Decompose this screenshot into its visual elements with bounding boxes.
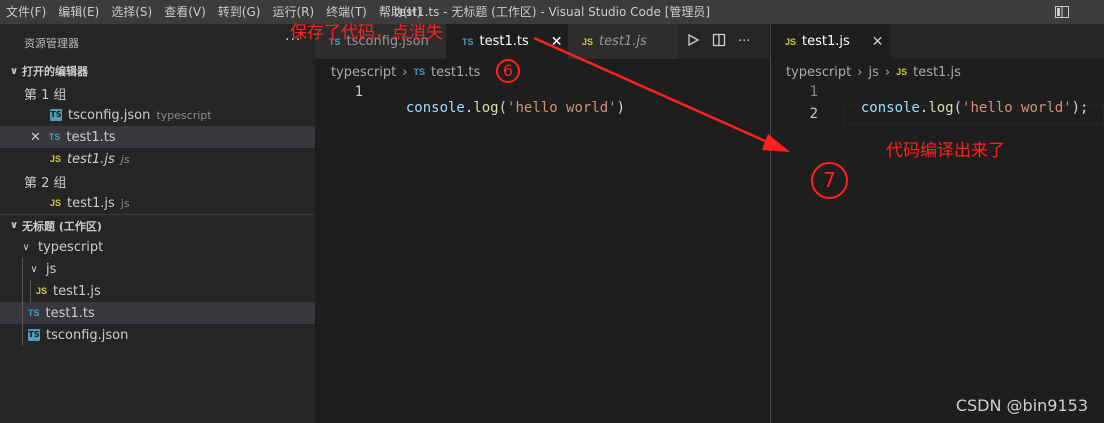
chevron-right-icon: ›: [884, 64, 891, 80]
ts-file-icon: TS: [413, 67, 425, 77]
js-file-icon: JS: [582, 36, 594, 47]
open-editor-name: test1.ts: [66, 129, 116, 145]
file-test1-js[interactable]: JS test1.js: [0, 280, 315, 302]
line-number: 1: [809, 84, 818, 100]
ts-file-icon: TS: [462, 36, 474, 47]
tab-test1-js[interactable]: JS test1.js: [568, 24, 678, 59]
menu-selection[interactable]: 选择(S): [105, 0, 158, 24]
tab-test1-ts[interactable]: TS test1.ts ✕: [446, 24, 568, 59]
line-number: 2: [809, 106, 818, 122]
close-icon[interactable]: ✕: [30, 130, 41, 145]
code-line[interactable]: console.log('hello world'): [389, 84, 625, 116]
open-editor-desc: js: [120, 196, 130, 210]
open-editors-title: 打开的编辑器: [22, 65, 88, 78]
breadcrumb-item[interactable]: typescript: [331, 65, 396, 80]
chevron-down-icon: ∨: [9, 220, 19, 231]
editor-tabs-group-2: JS test1.js ✕: [771, 24, 1104, 59]
open-editor-desc: typescript: [156, 108, 212, 122]
split-editor-icon[interactable]: [712, 33, 726, 51]
annotation-save-text: 保存了代码，点消失: [290, 23, 443, 43]
file-name: test1.ts: [45, 305, 95, 321]
close-icon[interactable]: ✕: [551, 34, 563, 50]
chevron-down-icon: ∨: [30, 263, 38, 275]
breadcrumb-item[interactable]: js: [868, 65, 878, 80]
open-editor-item-selected[interactable]: ✕ TS test1.ts: [0, 126, 315, 148]
json-file-icon: TS: [50, 109, 62, 121]
annotation-step-6: 6: [496, 59, 520, 83]
menu-edit[interactable]: 编辑(E): [52, 0, 105, 24]
open-editor-desc: js: [120, 152, 130, 166]
workspace-header[interactable]: ∨ 无标题 (工作区): [0, 214, 315, 236]
js-file-icon: JS: [50, 198, 62, 208]
code-line[interactable]: console.log('hello world');: [844, 84, 1089, 116]
editor-group-1-label: 第 1 组: [24, 87, 67, 103]
file-name: test1.js: [53, 283, 101, 299]
explorer-title: 资源管理器: [24, 37, 79, 50]
breadcrumb: typescript › js › JS test1.js: [786, 61, 961, 83]
tab-label: test1.js: [599, 34, 647, 49]
js-file-icon: JS: [896, 67, 908, 77]
workspace-title: 无标题 (工作区): [22, 219, 102, 233]
open-editor-item[interactable]: TS tsconfig.json typescript: [0, 104, 315, 126]
indent-guide: [30, 280, 31, 302]
chevron-right-icon: ›: [857, 64, 863, 80]
breadcrumb: typescript › TS test1.ts: [331, 61, 480, 83]
ts-file-icon: TS: [28, 308, 40, 318]
ts-file-icon: TS: [48, 132, 61, 142]
json-file-icon: TS: [28, 329, 40, 341]
line-number: 1: [354, 84, 363, 100]
js-file-icon: JS: [36, 286, 48, 296]
file-name: tsconfig.json: [46, 327, 129, 343]
js-file-icon: JS: [785, 36, 797, 47]
open-editor-item[interactable]: JS test1.js js: [0, 192, 315, 214]
menu-file[interactable]: 文件(F): [0, 0, 52, 24]
title-bar: test1.ts - 无标题 (工作区) - Visual Studio Cod…: [0, 0, 1104, 24]
editor-group-2-label: 第 2 组: [24, 175, 67, 191]
js-file-icon: JS: [50, 154, 62, 164]
indent-guide: [22, 258, 23, 346]
open-editor-name: test1.js: [67, 195, 115, 211]
open-editor-item[interactable]: JS test1.js js: [0, 148, 315, 170]
menu-go[interactable]: 转到(G): [212, 0, 267, 24]
annotation-step-7: 7: [811, 162, 848, 199]
open-editor-name: test1.js: [67, 151, 115, 167]
breadcrumb-item[interactable]: typescript: [786, 65, 851, 80]
tab-label: test1.ts: [479, 34, 529, 49]
more-actions-icon[interactable]: ···: [738, 34, 750, 49]
open-editor-name: tsconfig.json: [68, 107, 151, 123]
open-editors-header[interactable]: ∨ 打开的编辑器: [0, 60, 315, 82]
chevron-down-icon: ∨: [9, 65, 19, 77]
breadcrumb-item[interactable]: test1.js: [913, 65, 961, 80]
tab-label: test1.js: [802, 34, 850, 49]
menu-view[interactable]: 查看(V): [158, 0, 212, 24]
layout-toggle-icon[interactable]: [1054, 4, 1070, 20]
editor-actions: ···: [686, 24, 762, 59]
tab-test1-js[interactable]: JS test1.js ✕: [771, 24, 891, 59]
folder-js[interactable]: ∨ js: [0, 258, 315, 280]
folder-typescript[interactable]: ∨ typescript: [0, 236, 315, 258]
watermark: CSDN @bin9153: [955, 396, 1088, 415]
chevron-right-icon: ›: [402, 64, 408, 80]
folder-name: typescript: [38, 239, 104, 255]
breadcrumb-item[interactable]: test1.ts: [431, 65, 480, 80]
editor-split-divider[interactable]: [770, 24, 771, 423]
chevron-down-icon: ∨: [22, 241, 30, 253]
file-test1-ts[interactable]: TS test1.ts: [0, 302, 315, 324]
folder-name: js: [46, 261, 57, 277]
run-icon[interactable]: [686, 33, 700, 51]
annotation-compiled-text: 代码编译出来了: [886, 141, 1005, 161]
close-icon[interactable]: ✕: [872, 34, 884, 50]
file-tsconfig-json[interactable]: TS tsconfig.json: [0, 324, 315, 346]
